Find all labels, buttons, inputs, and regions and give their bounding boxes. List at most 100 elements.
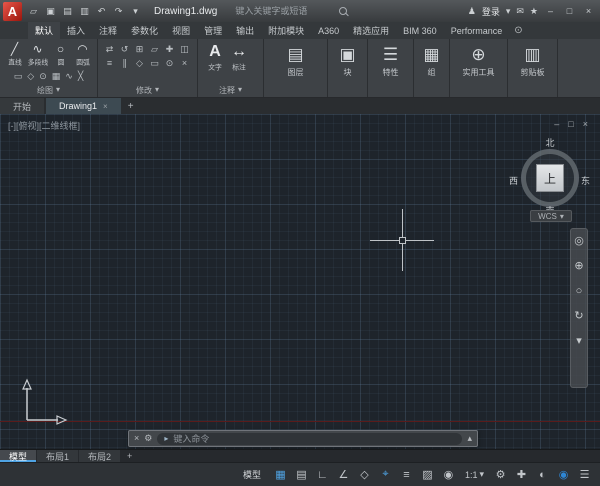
osnap-toggle-button[interactable]: ⌖ [376,466,395,484]
clean-screen-button[interactable]: ◉ [554,466,573,484]
plus-button[interactable]: ✚ [512,466,531,484]
zoom-icon[interactable]: ○ [576,286,583,297]
layout-tab-layout2[interactable]: 布局2 [79,450,120,462]
ribbon-tab-a360[interactable]: A360 [311,22,346,39]
file-tab-drawing1[interactable]: Drawing1 × [46,98,121,114]
app-menu-button[interactable]: A [3,2,22,21]
move-icon[interactable]: ⇄ [102,42,117,56]
text-tool-button[interactable]: A 文字 [207,42,223,73]
spline-icon[interactable]: ∿ [65,71,73,82]
panel-block[interactable]: ▣ 块 [328,39,368,97]
erase-icon[interactable]: × [177,56,192,70]
selection-cycling-button[interactable]: ◉ [439,466,458,484]
panel-groups[interactable]: ▦ 组 [414,39,450,97]
close-button[interactable]: × [582,6,595,16]
steering-wheel-icon[interactable]: ◎ [574,236,584,247]
navbar-more-icon[interactable]: ▾ [576,336,582,347]
close-tab-icon[interactable]: × [103,102,108,111]
stretch-icon[interactable]: ≡ [102,56,117,70]
login-button[interactable]: 登录 [482,5,500,18]
email-icon[interactable]: ✉ [516,6,524,17]
ucs-icon[interactable] [16,376,68,428]
rotate-icon[interactable]: ↺ [117,42,132,56]
grid-toggle-button[interactable]: ▦ [271,466,290,484]
ortho-toggle-button[interactable]: ∟ [313,466,332,484]
login-dropdown-icon[interactable]: ▾ [506,6,511,17]
user-icon[interactable]: ♟ [468,6,476,17]
orbit-icon[interactable]: ↻ [574,311,583,322]
new-tab-button[interactable]: + [123,98,139,114]
drawing-canvas[interactable]: [-][俯视][二维线框] – □ × 北 西 东 南 上 WCS ▾ ◎ ⊕ … [0,114,600,449]
redo-icon[interactable]: ↷ [112,6,125,17]
search-input[interactable] [235,6,335,16]
isolate-objects-button[interactable]: ◐ [533,466,552,484]
save-file-icon[interactable]: ▤ [61,6,74,17]
offset-icon[interactable]: ▭ [147,56,162,70]
ribbon-tab-annotate[interactable]: 注释 [92,22,124,39]
lineweight-toggle-button[interactable]: ≡ [397,466,416,484]
hatch-icon[interactable]: ▦ [52,71,61,82]
annotation-scale-button[interactable]: 1:1 ▾ [460,466,489,484]
dimension-tool-button[interactable]: ↔ 标注 [231,42,247,73]
panel-utilities[interactable]: ⊕ 实用工具 [450,39,508,97]
doc-close-icon[interactable]: × [583,119,588,129]
maximize-button[interactable]: □ [563,6,576,16]
ribbon-tab-view[interactable]: 视图 [165,22,197,39]
ribbon-options-icon[interactable]: ⊙ [514,22,522,39]
trim-icon[interactable]: ⊞ [132,42,147,56]
arc-tool-button[interactable]: ◠ 圆弧 [72,42,93,68]
command-history-toggle-icon[interactable]: ▴ [467,434,472,443]
panel-layers[interactable]: ▤ 图层 [264,39,328,97]
circle-tool-button[interactable]: ○ 圆 [50,42,71,68]
pan-icon[interactable]: ⊕ [574,261,583,272]
favorites-icon[interactable]: ★ [530,6,538,17]
line-tool-button[interactable]: ╱ 直线 [4,42,25,68]
viewcube-top-face[interactable]: 上 [536,164,564,192]
ribbon-tab-insert[interactable]: 插入 [60,22,92,39]
new-file-icon[interactable]: ▱ [27,6,40,17]
ribbon-tab-addins[interactable]: 附加模块 [261,22,311,39]
polyline-tool-button[interactable]: ∿ 多段线 [26,42,49,68]
ribbon-tab-manage[interactable]: 管理 [197,22,229,39]
new-layout-button[interactable]: + [121,450,138,462]
ribbon-tab-parametric[interactable]: 参数化 [124,22,165,39]
ribbon-tab-featured-apps[interactable]: 精选应用 [346,22,396,39]
panel-properties[interactable]: ☰ 特性 [368,39,414,97]
file-tab-start[interactable]: 开始 [0,98,44,114]
viewcube-west-label[interactable]: 西 [509,174,518,187]
explode-icon[interactable]: ⊙ [162,56,177,70]
viewcube-north-label[interactable]: 北 [545,136,554,149]
doc-restore-icon[interactable]: □ [568,119,573,129]
open-file-icon[interactable]: ▣ [44,6,57,17]
ribbon-tab-bim360[interactable]: BIM 360 [396,22,444,39]
xline-icon[interactable]: ╳ [78,71,83,82]
modify-panel-label[interactable]: 修改 ▾ [98,85,197,96]
fillet-icon[interactable]: ◫ [177,42,192,56]
wcs-button[interactable]: WCS ▾ [530,210,572,222]
customize-statusbar-button[interactable]: ☰ [575,466,594,484]
layout-tab-layout1[interactable]: 布局1 [37,450,78,462]
workspace-switch-button[interactable]: ⚙ [491,466,510,484]
viewcube[interactable]: 北 西 东 南 上 [508,134,592,222]
ribbon-tab-output[interactable]: 输出 [229,22,261,39]
qat-dropdown-icon[interactable]: ▾ [129,6,142,17]
command-input-area[interactable]: ▸ [157,433,462,445]
array-icon[interactable]: ◇ [132,56,147,70]
plot-icon[interactable]: ▥ [78,6,91,17]
transparency-toggle-button[interactable]: ▨ [418,466,437,484]
layout-tab-model[interactable]: 模型 [0,450,36,462]
copy-icon[interactable]: ▱ [147,42,162,56]
polygon-icon[interactable]: ◇ [27,71,34,82]
minimize-button[interactable]: – [544,6,557,16]
viewcube-east-label[interactable]: 东 [581,174,590,187]
ribbon-tab-performance[interactable]: Performance [444,22,510,39]
ribbon-tab-default[interactable]: 默认 [28,22,60,39]
search-icon[interactable] [339,7,347,15]
model-space-button[interactable]: 模型 [234,468,270,481]
rectangle-icon[interactable]: ▭ [14,71,23,82]
viewport-controls-label[interactable]: [-][俯视][二维线框] [8,119,80,132]
isodraft-toggle-button[interactable]: ◇ [355,466,374,484]
undo-icon[interactable]: ↶ [95,6,108,17]
snap-toggle-button[interactable]: ▤ [292,466,311,484]
doc-minimize-icon[interactable]: – [554,119,559,129]
